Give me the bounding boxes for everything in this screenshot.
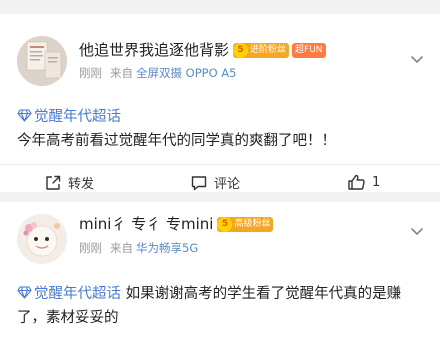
post-body: 觉醒年代超话 如果谢谢高考的学生看了觉醒年代真的是赚了，素材妥妥的 xyxy=(17,282,426,330)
thumbs-up-icon xyxy=(348,174,365,190)
super-fun-badge[interactable]: 超FUN xyxy=(292,43,326,58)
post-card[interactable]: 他追世界我追逐他背影 5 进阶粉丝 超FUN 刚刚 来自 全屏双摄 OPPO A5 觉醒年… xyxy=(0,14,440,192)
username[interactable]: 他追世界我追逐他背影 xyxy=(79,41,229,59)
from-label: 来自 xyxy=(110,241,133,255)
top-gap xyxy=(0,0,440,14)
topic-link[interactable]: 觉醒年代超话 xyxy=(17,109,121,125)
post-text: 今年高考前看过觉醒年代的同学真的爽翻了吧！！ xyxy=(17,133,336,149)
diamond-icon xyxy=(17,109,32,122)
separator xyxy=(0,192,440,202)
share-label: 转发 xyxy=(68,177,95,192)
comment-icon xyxy=(191,175,207,190)
more-options-icon[interactable] xyxy=(408,222,426,240)
more-options-icon[interactable] xyxy=(408,50,426,68)
topic-link[interactable]: 觉醒年代超话 xyxy=(17,286,121,302)
post-time: 刚刚 xyxy=(79,66,102,80)
diamond-icon xyxy=(17,286,32,299)
comment-button[interactable]: 评论 xyxy=(190,173,240,192)
share-icon xyxy=(46,175,61,190)
avatar[interactable] xyxy=(17,214,67,264)
post-time: 刚刚 xyxy=(79,241,102,255)
fan-level-badge[interactable]: 5 高级粉丝 xyxy=(217,217,274,232)
post-meta: 刚刚 来自 全屏双摄 OPPO A5 xyxy=(79,65,236,81)
post-source[interactable]: 全屏双摄 OPPO A5 xyxy=(136,66,236,80)
comment-label: 评论 xyxy=(214,177,241,192)
avatar-image xyxy=(17,214,67,264)
post-body: 觉醒年代超话 今年高考前看过觉醒年代的同学真的爽翻了吧！！ xyxy=(17,105,426,153)
from-label: 来自 xyxy=(110,66,133,80)
post-meta: 刚刚 来自 华为畅享5G xyxy=(79,240,198,256)
avatar[interactable] xyxy=(17,36,67,86)
topic-line: 觉醒年代超话 xyxy=(17,105,426,129)
avatar-image xyxy=(17,36,67,86)
like-button[interactable]: 1 xyxy=(347,173,380,191)
username[interactable]: mini彳 专彳 专mini xyxy=(79,215,213,233)
post-source[interactable]: 华为畅享5G xyxy=(136,241,198,255)
fan-level-badge[interactable]: 5 进阶粉丝 xyxy=(233,43,290,58)
post-author: mini彳 专彳 专mini 5 高级粉丝 xyxy=(79,213,274,234)
post-card[interactable]: mini彳 专彳 专mini 5 高级粉丝 刚刚 来自 华为畅享5G 觉醒年代超话 如果… xyxy=(0,202,440,338)
share-button[interactable]: 转发 xyxy=(44,173,94,192)
action-bar: 转发 评论 1 xyxy=(0,164,440,193)
like-count: 1 xyxy=(372,174,381,190)
post-author: 他追世界我追逐他背影 5 进阶粉丝 超FUN xyxy=(79,39,326,60)
